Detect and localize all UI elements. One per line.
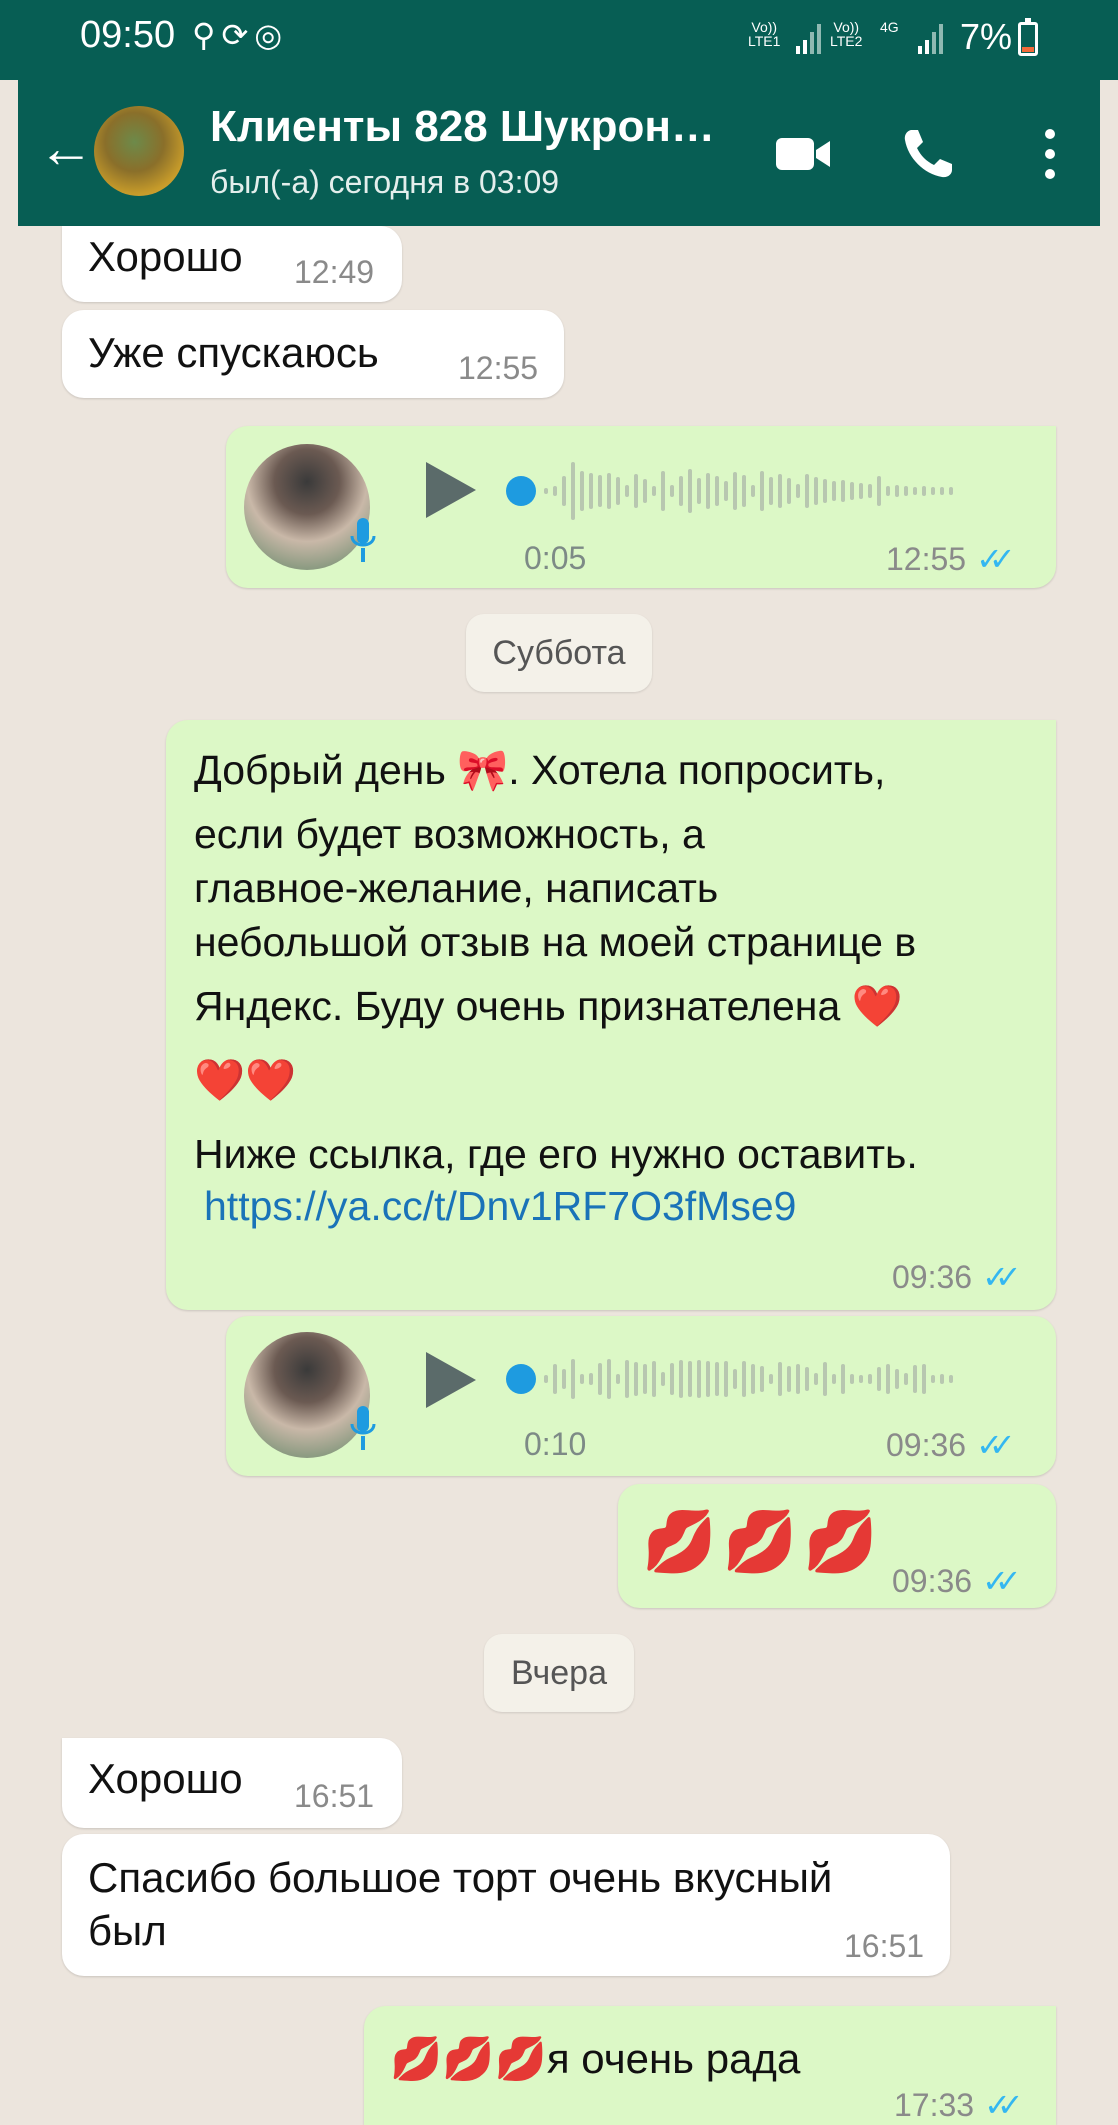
video-call-icon[interactable] xyxy=(774,124,834,184)
sim2-label: Vo)) LTE2 xyxy=(830,19,863,49)
read-ticks-icon: ✓✓ xyxy=(976,1427,1015,1463)
message-line: главное-желание, написать xyxy=(194,865,719,911)
message-time: 16:51 xyxy=(294,1778,375,1814)
message-line: был xyxy=(88,1906,167,1954)
message-incoming[interactable]: Спасибо большое торт очень вкусный был 1… xyxy=(62,1834,950,1976)
message-text: Хорошо xyxy=(88,1755,243,1802)
play-button[interactable] xyxy=(426,462,476,518)
voice-message[interactable]: 0:05 12:55 ✓✓ xyxy=(226,426,1056,588)
message-time: 09:36 ✓✓ xyxy=(892,1563,1022,1599)
message-incoming[interactable]: Хорошо 12:49 xyxy=(62,226,402,302)
seek-handle[interactable] xyxy=(506,476,536,506)
status-bar: 09:50 ⚲⟳◎ Vo)) LTE1 Vo)) LTE2 4G 7% xyxy=(0,0,1118,80)
message-outgoing[interactable]: 💋💋💋 09:36 ✓✓ xyxy=(618,1484,1056,1608)
message-time: 12:55 ✓✓ xyxy=(886,541,1016,577)
message-body: Спасибо большое торт очень вкусный был xyxy=(88,1852,832,1957)
notification-icons: ⚲⟳◎ xyxy=(192,16,288,54)
waveform[interactable] xyxy=(544,456,953,526)
review-link[interactable]: https://ya.cc/t/Dnv1RF7O3fMse9 xyxy=(194,1186,918,1227)
message-line: Ниже ссылка, где его нужно оставить. xyxy=(194,1131,918,1177)
network-label: 4G xyxy=(880,19,899,35)
last-seen-status: был(-а) сегодня в 03:09 xyxy=(210,164,560,200)
status-time: 09:50 xyxy=(80,14,176,56)
read-ticks-icon: ✓✓ xyxy=(976,541,1015,577)
read-ticks-icon: ✓✓ xyxy=(984,2087,1023,2123)
sync-icon: ⟳ xyxy=(221,17,255,53)
more-vert-icon[interactable] xyxy=(1028,124,1088,184)
date-divider: Вчера xyxy=(484,1634,634,1712)
message-text: 💋💋💋 xyxy=(642,1507,885,1577)
battery-icon xyxy=(1018,18,1038,56)
instagram-icon: ◎ xyxy=(254,17,289,53)
seek-handle[interactable] xyxy=(506,1364,536,1394)
message-incoming[interactable]: Хорошо 16:51 xyxy=(62,1738,402,1828)
message-outgoing[interactable]: 💋💋💋я очень рада 17:33 ✓✓ xyxy=(364,2006,1056,2125)
message-text: 💋💋💋я очень рада xyxy=(390,2035,801,2082)
message-line: небольшой отзыв на моей странице в xyxy=(194,919,917,965)
waveform[interactable] xyxy=(544,1344,953,1414)
date-divider: Суббота xyxy=(466,614,652,692)
chat-header: ← Клиенты 828 Шукрон… был(-а) сегодня в … xyxy=(18,80,1100,226)
message-line: если будет возможность, а xyxy=(194,811,705,857)
play-button[interactable] xyxy=(426,1352,476,1408)
message-time: 12:49 xyxy=(294,254,375,290)
read-ticks-icon: ✓✓ xyxy=(982,1563,1021,1599)
message-incoming[interactable]: Уже спускаюсь 12:55 xyxy=(62,310,564,398)
voice-duration: 0:05 xyxy=(524,540,587,576)
message-line: Яндекс. Буду очень признателена ❤️ xyxy=(194,983,903,1029)
message-text: Хорошо xyxy=(88,233,243,280)
message-body: Добрый день 🎀. Хотела попросить, если бу… xyxy=(194,750,918,1227)
search-icon: ⚲ xyxy=(192,17,222,53)
message-time: 17:33 ✓✓ xyxy=(894,2087,1024,2123)
message-time: 16:51 xyxy=(844,1928,925,1964)
message-line: Спасибо большое торт очень вкусный xyxy=(88,1854,833,1901)
message-time: 09:36 ✓✓ xyxy=(886,1427,1016,1463)
message-time: 12:55 xyxy=(458,350,539,386)
contact-avatar[interactable] xyxy=(94,106,184,196)
message-time: 09:36 ✓✓ xyxy=(892,1259,1022,1295)
signal-icon-2 xyxy=(918,20,943,54)
hearts-line: ❤️❤️ xyxy=(194,1057,297,1103)
chat-title[interactable]: Клиенты 828 Шукрон… xyxy=(210,102,715,152)
signal-icon xyxy=(796,20,821,54)
battery-percent: 7% xyxy=(960,16,1013,57)
voice-message[interactable]: 0:10 09:36 ✓✓ xyxy=(226,1316,1056,1476)
back-arrow-icon[interactable]: ← xyxy=(38,120,94,176)
mic-icon xyxy=(350,518,376,562)
voice-duration: 0:10 xyxy=(524,1426,587,1462)
phone-icon[interactable] xyxy=(898,124,958,184)
read-ticks-icon: ✓✓ xyxy=(982,1259,1021,1295)
message-line: Добрый день 🎀. Хотела попросить, xyxy=(194,747,886,793)
message-text: Уже спускаюсь xyxy=(88,329,379,376)
mic-icon xyxy=(350,1406,376,1450)
message-outgoing[interactable]: Добрый день 🎀. Хотела попросить, если бу… xyxy=(166,720,1056,1310)
sim1-label: Vo)) LTE1 xyxy=(748,19,781,49)
